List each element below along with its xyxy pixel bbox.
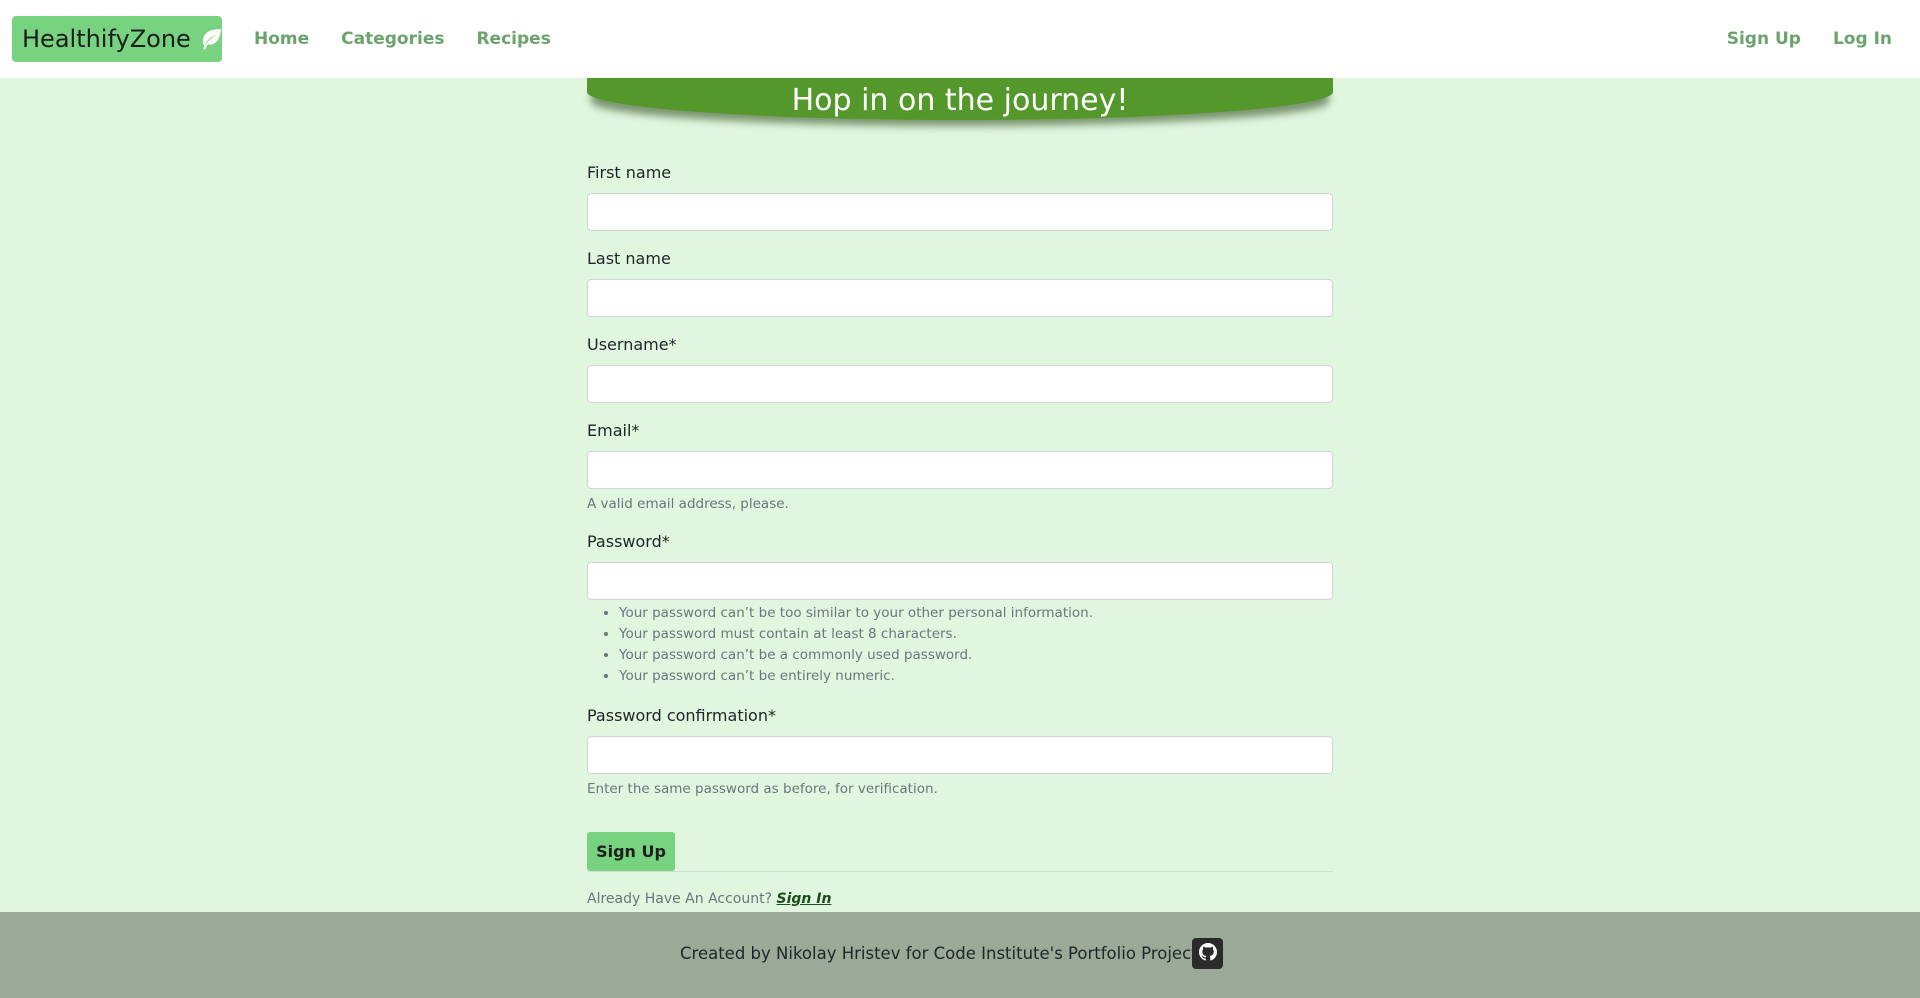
nav-auth-links: Sign Up Log In [1695, 0, 1892, 78]
password-rule-item: Your password can’t be entirely numeric. [619, 666, 1093, 687]
account-prompt-text: Already Have An Account? [587, 891, 773, 907]
navbar: HealthifyZone Home Categories Recipes Si… [0, 0, 1920, 78]
nav-signup-link[interactable]: Sign Up [1727, 29, 1801, 49]
email-help-text: A valid email address, please. [587, 496, 789, 512]
page-title-banner: Hop in on the journey! [587, 78, 1333, 120]
footer-credit-text: Created by Nikolay Hristev for Code Inst… [680, 944, 1214, 963]
password-rule-item: Your password must contain at least 8 ch… [619, 624, 1093, 645]
github-icon [1198, 942, 1217, 965]
leaf-icon [199, 28, 223, 50]
username-input[interactable] [587, 365, 1333, 403]
last-name-input[interactable] [587, 279, 1333, 317]
signup-submit-button[interactable]: Sign Up [587, 832, 675, 871]
page-title: Hop in on the journey! [791, 83, 1129, 118]
first-name-input[interactable] [587, 193, 1333, 231]
email-label: Email* [587, 421, 640, 440]
password-confirm-input[interactable] [587, 736, 1333, 774]
nav-main-links: Home Categories Recipes [254, 0, 583, 78]
password-rule-item: Your password can’t be a commonly used p… [619, 645, 1093, 666]
password-rule-item: Your password can’t be too similar to yo… [619, 603, 1093, 624]
sign-in-prompt: Already Have An Account? Sign In [587, 891, 831, 907]
nav-recipes-link[interactable]: Recipes [476, 29, 550, 49]
nav-home-link[interactable]: Home [254, 29, 309, 49]
email-input[interactable] [587, 451, 1333, 489]
username-label: Username* [587, 335, 677, 354]
password-confirm-help-text: Enter the same password as before, for v… [587, 781, 938, 797]
sign-in-link[interactable]: Sign In [777, 891, 832, 907]
last-name-label: Last name [587, 249, 671, 268]
password-input[interactable] [587, 562, 1333, 600]
first-name-label: First name [587, 163, 672, 182]
github-link[interactable] [1192, 938, 1223, 969]
brand-logo-link[interactable]: HealthifyZone [12, 16, 222, 62]
brand-name: HealthifyZone [22, 25, 191, 53]
password-rules-list: Your password can’t be too similar to yo… [587, 603, 1093, 687]
password-label: Password* [587, 532, 670, 551]
nav-login-link[interactable]: Log In [1833, 29, 1892, 49]
footer: Created by Nikolay Hristev for Code Inst… [0, 912, 1920, 998]
password-confirm-label: Password confirmation* [587, 706, 776, 725]
form-divider [587, 871, 1333, 872]
nav-categories-link[interactable]: Categories [341, 29, 444, 49]
